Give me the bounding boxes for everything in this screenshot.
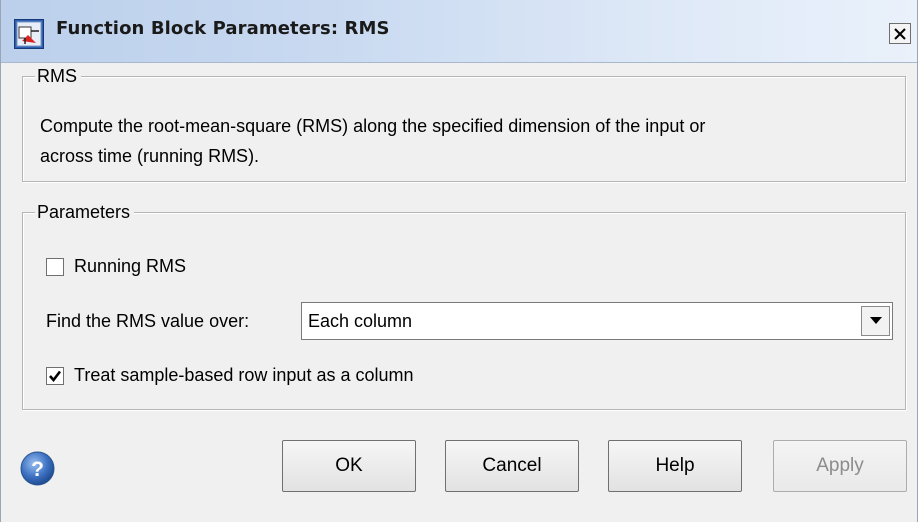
cancel-button[interactable]: Cancel [445, 440, 579, 492]
description-line-1: Compute the root-mean-square (RMS) along… [40, 116, 706, 136]
treat-row-checkbox[interactable] [46, 366, 64, 385]
dropdown-value: Each column [308, 311, 413, 331]
treat-row-label: Treat sample-based row input as a column [74, 365, 414, 385]
question-icon[interactable]: ? [20, 451, 55, 486]
title-bar[interactable]: Function Block Parameters: RMS [1, 0, 917, 63]
ok-button[interactable]: OK [282, 440, 416, 492]
close-button[interactable] [889, 23, 911, 44]
help-button[interactable]: Help [608, 440, 742, 492]
simulink-block-icon [14, 19, 44, 49]
window-title: Function Block Parameters: RMS [56, 18, 390, 39]
checkmark-icon [49, 370, 62, 382]
running-rms-label: Running RMS [74, 256, 187, 276]
svg-text:?: ? [31, 458, 44, 481]
apply-button[interactable]: Apply [773, 440, 907, 492]
rms-description: Compute the root-mean-square (RMS) along… [40, 111, 840, 171]
dialog-window: Function Block Parameters: RMS RMS Compu… [0, 0, 918, 522]
dropdown-arrow-button[interactable] [861, 306, 890, 336]
chevron-down-icon [869, 317, 882, 324]
running-rms-checkbox[interactable] [46, 257, 64, 276]
find-rms-over-label: Find the RMS value over: [46, 311, 250, 331]
find-rms-over-dropdown[interactable]: Each column [301, 302, 893, 340]
rms-group-legend: RMS [35, 65, 81, 87]
parameters-group-legend: Parameters [35, 201, 135, 223]
rms-groupbox: RMS Compute the root-mean-square (RMS) a… [22, 65, 906, 182]
treat-row-checkbox-row[interactable]: Treat sample-based row input as a column [46, 365, 414, 386]
close-icon [894, 27, 906, 40]
description-line-2: across time (running RMS). [40, 146, 260, 166]
running-rms-checkbox-row[interactable]: Running RMS [46, 256, 186, 277]
